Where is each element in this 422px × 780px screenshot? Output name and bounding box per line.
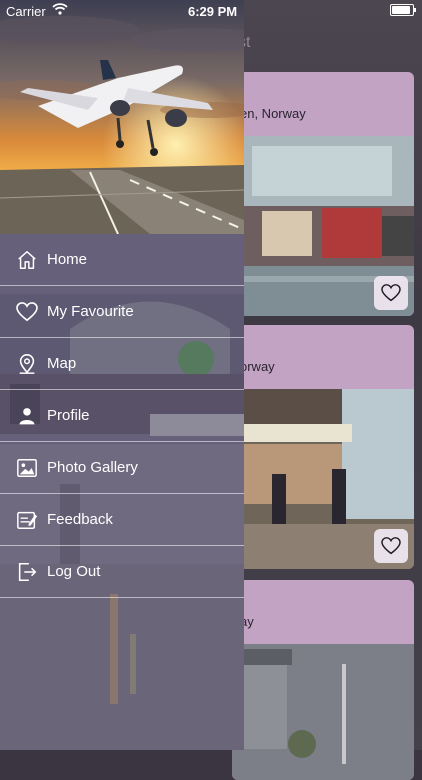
menu-item-label: My Favourite xyxy=(47,303,134,320)
status-bar: Carrier 6:29 PM xyxy=(0,0,422,22)
person-icon xyxy=(16,405,38,427)
side-drawer: Home My Favourite Map Profile Photo Gall xyxy=(0,0,244,750)
destination-card[interactable]: ay xyxy=(232,580,414,780)
menu-item-label: Home xyxy=(47,251,88,268)
card-location: en, Norway xyxy=(240,106,306,121)
menu-item-label: Photo Gallery xyxy=(47,459,138,476)
map-pin-icon xyxy=(16,353,38,375)
menu-item-label: Profile xyxy=(47,407,90,424)
battery-icon xyxy=(390,4,416,16)
gallery-icon xyxy=(16,457,38,479)
drawer-menu: Home My Favourite Map Profile Photo Gall xyxy=(0,234,244,598)
favourite-button[interactable] xyxy=(374,276,408,310)
menu-item-label: Map xyxy=(47,355,77,372)
menu-item-feedback[interactable]: Feedback xyxy=(0,494,244,546)
heart-icon xyxy=(381,537,401,555)
menu-item-log-out[interactable]: Log Out xyxy=(0,546,244,598)
destination-card[interactable]: en, Norway xyxy=(232,72,414,316)
menu-item-map[interactable]: Map xyxy=(0,338,244,390)
menu-item-home[interactable]: Home xyxy=(0,234,244,286)
menu-item-label: Log Out xyxy=(47,563,101,580)
card-location: orway xyxy=(240,359,275,374)
menu-item-profile[interactable]: Profile xyxy=(0,390,244,442)
carrier-label: Carrier xyxy=(6,4,46,19)
clock: 6:29 PM xyxy=(188,4,238,19)
card-photo xyxy=(232,644,414,780)
menu-item-photo-gallery[interactable]: Photo Gallery xyxy=(0,442,244,494)
wifi-icon xyxy=(52,3,68,15)
logout-icon xyxy=(16,561,38,583)
favourite-button[interactable] xyxy=(374,529,408,563)
drawer-header-image xyxy=(0,0,244,234)
menu-item-label: Feedback xyxy=(47,511,113,528)
heart-icon xyxy=(16,301,38,323)
home-icon xyxy=(16,249,38,271)
heart-icon xyxy=(381,284,401,302)
menu-item-my-favourite[interactable]: My Favourite xyxy=(0,286,244,338)
destination-card[interactable]: orway xyxy=(232,325,414,569)
feedback-icon xyxy=(16,509,38,531)
